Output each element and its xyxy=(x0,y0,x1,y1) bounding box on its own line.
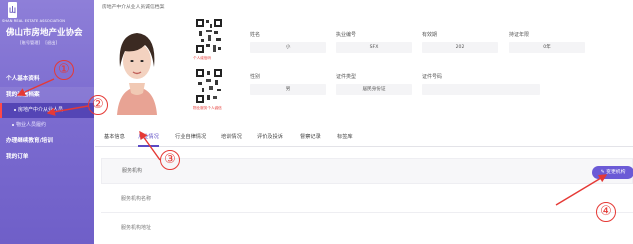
change-agency-button[interactable]: ✎ 变更机构 xyxy=(592,166,633,179)
valid-date-label: 有效期 xyxy=(422,32,438,38)
sidebar: 山 SHAN REAL ESTATE ASSOCIATION 佛山市房地产业协会… xyxy=(0,0,94,244)
qr-caption-property: 物业服务个人诚信 xyxy=(193,106,222,110)
row-divider xyxy=(101,212,633,213)
id-no-label: 证件号码 xyxy=(422,74,443,80)
change-agency-label: 变更机构 xyxy=(606,170,626,175)
tab-reviews-complaints[interactable]: 评价及投诉 xyxy=(257,127,283,147)
tab-basic-info[interactable]: 基本信息 xyxy=(104,127,125,147)
bullet-icon xyxy=(12,123,14,126)
sidebar-subitem-label: 房地产中介从业人员 xyxy=(18,107,64,113)
tab-training[interactable]: 培训情况 xyxy=(221,127,242,147)
agency-name-label: 服务机构名称 xyxy=(121,196,152,202)
tab-employment[interactable]: 从业情况 xyxy=(138,127,159,147)
tab-self-discipline[interactable]: 行业自律情况 xyxy=(175,127,206,147)
valid-date-value: 202 xyxy=(422,42,498,53)
sidebar-item-orders[interactable]: 我的订单 xyxy=(0,149,94,165)
panel-header: 服务机构 ✎ 变更机构 xyxy=(101,158,633,184)
sidebar-item-credit-file[interactable]: 我的诚信档案 xyxy=(0,87,94,103)
account-links: [账号管理] [退出] xyxy=(20,40,61,46)
property-qr-code-icon xyxy=(195,68,223,104)
name-label: 姓名 xyxy=(250,32,261,38)
bullet-icon xyxy=(14,108,16,111)
sidebar-subitem-label: 物业人员履约 xyxy=(16,122,47,128)
association-logo: 山 SHAN REAL ESTATE ASSOCIATION 佛山市房地产业协会… xyxy=(2,2,90,52)
agency-address-label: 服务机构地址 xyxy=(121,225,152,231)
cert-years-label: 持证年限 xyxy=(509,32,530,38)
cert-years-value: 0年 xyxy=(509,42,585,53)
id-no-value xyxy=(422,84,540,95)
sidebar-item-training[interactable]: 办理继续教育/培训 xyxy=(0,133,94,149)
gender-value: 男 xyxy=(250,84,326,95)
profile-card-title: 房地产中介从业人员诚信档案 xyxy=(102,5,165,10)
sidebar-subitem-agency-staff[interactable]: 房地产中介从业人员 xyxy=(0,103,94,118)
person-avatar-icon xyxy=(111,17,163,115)
gender-label: 性别 xyxy=(250,74,261,80)
panel-header-label: 服务机构 xyxy=(122,168,143,174)
id-type-value: 居民身份证 xyxy=(336,84,412,95)
edit-icon: ✎ xyxy=(600,170,605,175)
logout-link[interactable]: [退出] xyxy=(45,40,57,45)
service-agency-panel: 服务机构 ✎ 变更机构 服务机构名称 服务机构地址 xyxy=(101,158,633,244)
tab-tag-library[interactable]: 标签库 xyxy=(337,127,353,147)
logo-chinese-name: 佛山市房地产业协会 xyxy=(6,28,83,38)
qr-caption-credit: 个人诚信码 xyxy=(193,56,211,60)
credit-qr-code-icon xyxy=(195,18,223,54)
profile-tabs: 基本信息 从业情况 行业自律情况 培训情况 评价及投诉 督察记录 标签库 xyxy=(95,127,633,147)
account-manage-link[interactable]: [账号管理] xyxy=(20,40,40,45)
sidebar-nav: 个人基本资料 我的诚信档案 房地产中介从业人员 物业人员履约 办理继续教育/培训… xyxy=(0,71,94,165)
tab-inspection-records[interactable]: 督察记录 xyxy=(300,127,321,147)
annotation-marker-3: ③ xyxy=(160,150,180,170)
sidebar-item-personal-info[interactable]: 个人基本资料 xyxy=(0,71,94,87)
annotation-marker-2: ② xyxy=(88,95,108,115)
sidebar-subitem-property-staff[interactable]: 物业人员履约 xyxy=(0,118,94,133)
cert-no-label: 执业编号 xyxy=(336,32,357,38)
logo-english-name: SHAN REAL ESTATE ASSOCIATION xyxy=(2,19,66,23)
valid-date-text: 202 xyxy=(455,45,465,50)
annotation-marker-4: ④ xyxy=(596,202,616,222)
annotation-marker-1: ① xyxy=(54,60,74,80)
id-type-label: 证件类型 xyxy=(336,74,357,80)
logo-emblem-icon: 山 xyxy=(8,2,17,18)
cert-no-value: SFX xyxy=(336,42,412,53)
id-photo xyxy=(111,17,163,115)
name-value: 小 xyxy=(250,42,326,53)
